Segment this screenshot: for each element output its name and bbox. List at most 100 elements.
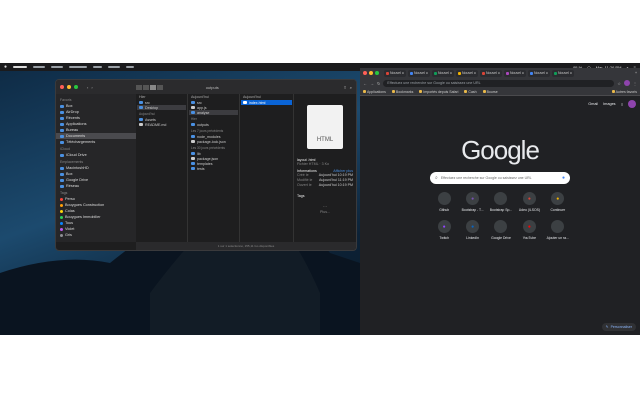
folder-icon: [191, 123, 195, 126]
forward-icon[interactable]: ›: [91, 85, 92, 90]
column-3: Aujourd'hui index.html: [240, 94, 294, 242]
address-bar[interactable]: Effectuez une recherche sur Google ou sa…: [383, 79, 615, 87]
shortcut-tile[interactable]: ● Bootstrap - T...: [458, 192, 486, 212]
ntp-header: Gmail Images ⁝⁝: [588, 100, 636, 108]
shortcut-tile[interactable]: ● Github: [430, 192, 458, 212]
tag-dot-icon: [60, 221, 63, 225]
bookmark-item[interactable]: Applications: [363, 90, 386, 94]
avatar[interactable]: [628, 100, 636, 108]
folder-icon: [139, 118, 143, 121]
list-item[interactable]: tests: [189, 166, 238, 171]
favicon-icon: [530, 71, 533, 75]
shortcut-icon: ●: [437, 192, 451, 205]
shortcut-tile[interactable]: ● Continuer: [544, 192, 572, 212]
file-icon: [191, 140, 195, 143]
google-logo: Google: [461, 135, 540, 165]
back-icon[interactable]: ‹: [87, 85, 88, 90]
zoom-button[interactable]: [375, 71, 379, 75]
folder-icon: [139, 106, 143, 109]
apple-icon[interactable]: ●: [4, 64, 7, 70]
profile-icon[interactable]: [624, 80, 630, 86]
shortcut-tile[interactable]: + Ajouter un ra...: [544, 220, 572, 240]
browser-tab[interactable]: Nouvel onglet: [408, 69, 430, 77]
list-item[interactable]: README.md: [137, 122, 186, 127]
sidebar-header-locations: Emplacements: [60, 160, 84, 164]
disk-icon: [60, 172, 64, 176]
shortcuts-grid: ● Github ● Bootstrap - T... ● Bootstrap Sp...…: [430, 192, 572, 240]
shortcut-tile[interactable]: ● YouTube: [515, 220, 543, 240]
favicon-icon: [482, 71, 485, 75]
group-header: Hier: [191, 117, 197, 121]
bookmark-item[interactable]: Bourse: [482, 90, 498, 94]
search-icon[interactable]: ⌕: [350, 85, 352, 90]
close-button[interactable]: [363, 71, 367, 75]
browser-tab[interactable]: Nouvel onglet: [432, 69, 454, 77]
sidebar-tag-item[interactable]: Gris: [56, 232, 136, 238]
close-button[interactable]: [60, 85, 64, 89]
view-switcher[interactable]: [135, 84, 163, 90]
shortcut-tile[interactable]: ● Udeo (ILSOS): [515, 192, 543, 212]
menu-item-aller[interactable]: [93, 66, 103, 68]
tag-dot-icon: [60, 203, 63, 207]
shortcut-tile[interactable]: ● LinkedIn: [458, 220, 486, 240]
zoom-button[interactable]: [74, 85, 78, 89]
star-icon[interactable]: ☆: [617, 81, 621, 86]
file-icon: [191, 106, 195, 109]
bookmarks-bar: Applications Bookmarks Importés depuis Saf…: [360, 88, 640, 96]
menu-icon[interactable]: ⋮: [633, 81, 637, 86]
list-item-selected[interactable]: index.html: [241, 100, 292, 105]
folder-icon: [139, 101, 143, 104]
shortcut-tile[interactable]: ● Bootstrap Sp...: [487, 192, 515, 212]
folder-icon: [464, 90, 468, 93]
bookmark-item[interactable]: Cash: [464, 90, 477, 94]
menu-item-aide[interactable]: [126, 66, 135, 68]
menu-item-presentation[interactable]: [69, 66, 88, 68]
favicon-icon: [554, 71, 557, 75]
bookmark-item[interactable]: Importés depuis Safari: [419, 90, 458, 94]
browser-tab[interactable]: Nouvel onglet: [456, 69, 478, 77]
shortcut-tile[interactable]: ● Google Drive: [487, 220, 515, 240]
tag-dot-icon: [60, 209, 63, 213]
browser-tab[interactable]: Nouvel onglet: [528, 69, 550, 77]
back-icon[interactable]: ←: [363, 81, 367, 86]
shortcut-icon: +: [551, 220, 565, 233]
info-row: Ouvert le Aujourd'hui 10:19 PM: [297, 183, 353, 187]
favicon-icon: [434, 71, 437, 75]
browser-tab[interactable]: Nouvel onglet: [552, 69, 574, 77]
finder-toolbar: ‹ › outputs ⇪ ⌕: [56, 80, 356, 94]
bookmark-item[interactable]: Bookmarks: [391, 90, 413, 94]
customize-button[interactable]: ✎ Personnaliser: [601, 323, 636, 331]
browser-tab[interactable]: Nouvel onglet: [480, 69, 502, 77]
minimize-button[interactable]: [67, 85, 71, 89]
new-tab-icon[interactable]: +: [635, 71, 637, 75]
minimize-button[interactable]: [369, 71, 373, 75]
menu-item-finder[interactable]: [13, 66, 28, 68]
preview-kind: Fichier HTML · 3 Ko: [297, 162, 330, 166]
share-icon[interactable]: ⇪: [343, 85, 346, 90]
browser-tab[interactable]: Nouvel onglet: [504, 69, 526, 77]
shortcut-tile[interactable]: ● Twitch: [430, 220, 458, 240]
info-rows: Créé le Aujourd'hui 10:19 PM Modifié le Auj…: [297, 173, 353, 188]
favicon-icon: [410, 71, 413, 75]
folder-icon: [363, 90, 366, 93]
gmail-link[interactable]: Gmail: [588, 102, 598, 106]
forward-icon[interactable]: →: [370, 81, 374, 86]
folder-icon: [191, 135, 195, 138]
preview-pane: HTML layout .html Fichier HTML · 3 Ko In…: [294, 94, 356, 242]
apps-icon[interactable]: ⁝⁝: [621, 102, 623, 107]
tabs: Nouvel ongletNouvel ongletNouvel ongletN…: [384, 69, 574, 77]
browser-toolbar: ← → ↻ Effectuez une recherche sur Google…: [360, 78, 640, 88]
more-button[interactable]: ⋯ Plus...: [297, 204, 353, 214]
microphone-icon[interactable]: ●: [562, 175, 565, 181]
menu-item-fenetre[interactable]: [108, 66, 121, 68]
folder-icon: [191, 111, 195, 114]
reload-icon[interactable]: ↻: [377, 81, 380, 86]
shortcut-icon: ●: [466, 192, 480, 205]
images-link[interactable]: Images: [603, 102, 615, 106]
menu-item-edition[interactable]: [51, 66, 64, 68]
menu-item-fichier[interactable]: [33, 66, 46, 68]
search-input[interactable]: ⌕ Effectuez une recherche sur Google ou …: [430, 172, 570, 184]
browser-tab[interactable]: Nouvel onglet: [384, 69, 406, 77]
bookmark-other[interactable]: Autres favoris: [611, 90, 637, 94]
search-icon: ⌕: [435, 175, 438, 181]
